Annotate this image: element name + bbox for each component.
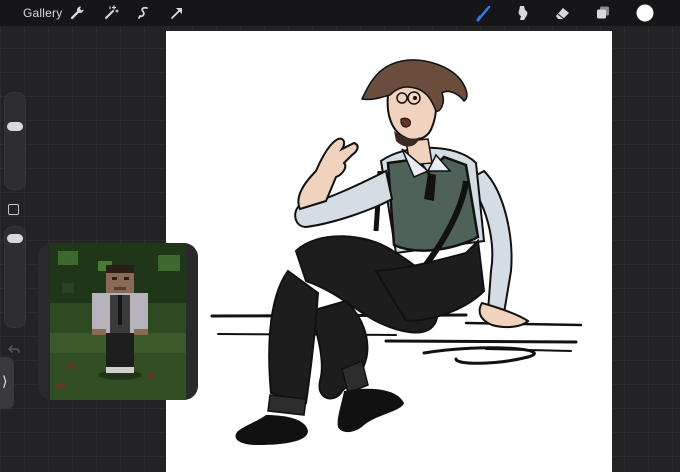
opacity-slider[interactable]: [4, 226, 26, 328]
magic-wand-icon[interactable]: [102, 4, 120, 22]
brush-icon[interactable]: [475, 4, 493, 22]
eraser-icon[interactable]: [553, 4, 571, 22]
chevron-right-icon: ⟩: [2, 373, 8, 389]
color-swatch[interactable]: [635, 3, 655, 23]
wrench-icon[interactable]: [68, 4, 86, 22]
selection-icon[interactable]: [135, 4, 153, 22]
layers-icon[interactable]: [594, 4, 612, 22]
transform-arrow-icon[interactable]: [168, 4, 186, 22]
brush-size-knob[interactable]: [7, 122, 23, 131]
sidebar-toggle-tab[interactable]: ⟩: [0, 357, 14, 409]
character-illustration: [210, 59, 583, 445]
left-sidebar: [0, 92, 29, 384]
undo-icon[interactable]: [7, 344, 21, 356]
top-toolbar: Gallery: [0, 0, 680, 26]
modify-button[interactable]: [8, 204, 19, 215]
drawing-canvas[interactable]: [166, 31, 612, 472]
reference-image: [50, 243, 186, 400]
reference-window[interactable]: [38, 243, 198, 400]
gallery-button[interactable]: Gallery: [23, 6, 62, 20]
opacity-knob[interactable]: [7, 234, 23, 243]
smudge-icon[interactable]: [513, 4, 531, 22]
brush-size-slider[interactable]: [4, 92, 26, 190]
